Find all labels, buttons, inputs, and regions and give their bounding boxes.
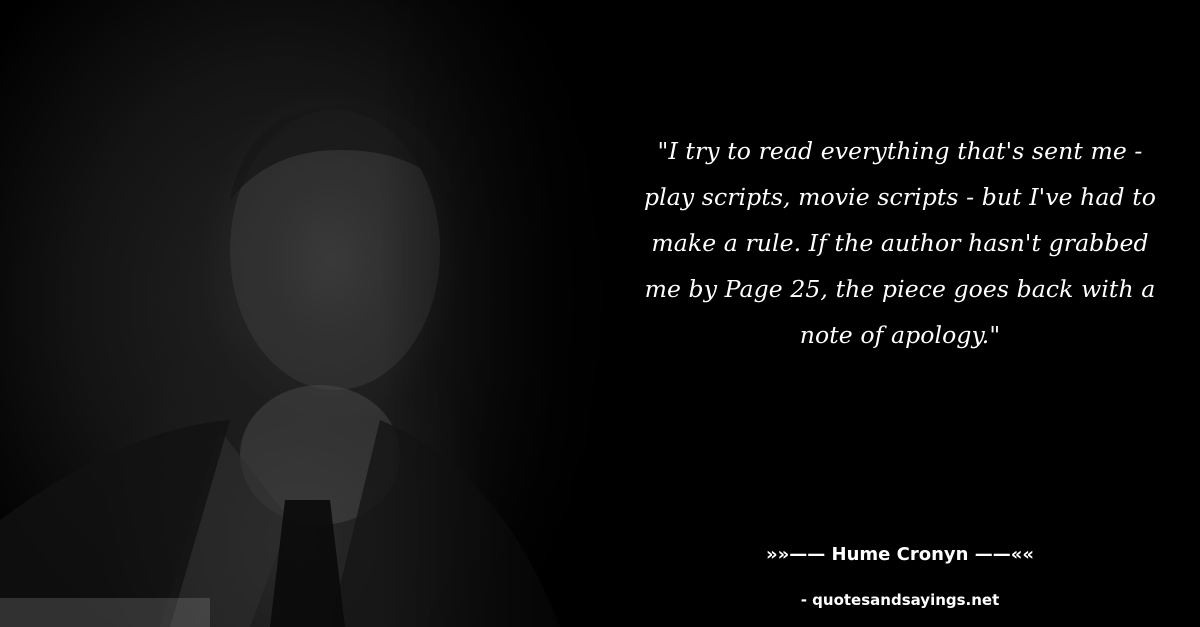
photo-fade [380,0,660,627]
author-name: »»—— Hume Cronyn ——«« [766,544,1034,565]
source-credit: - quotesandsayings.net [800,591,1000,609]
quote-text: "I try to read everything that's sent me… [643,137,1156,349]
quote-card: "I try to read everything that's sent me… [0,0,1200,627]
